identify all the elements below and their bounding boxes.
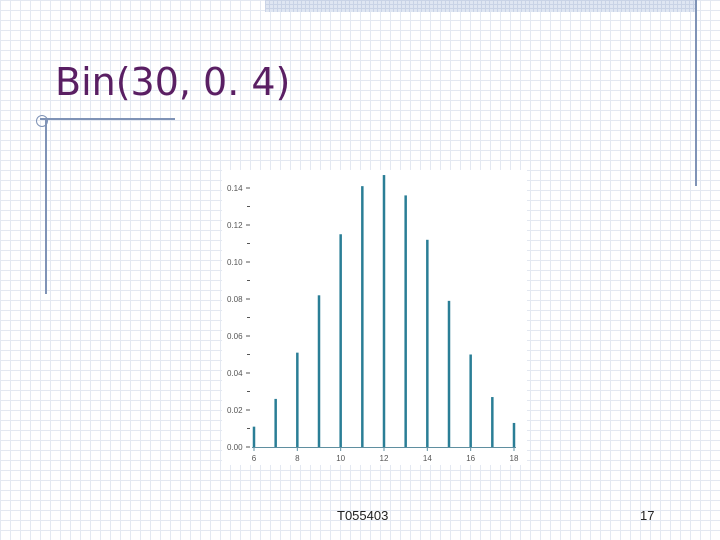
pmf-bar: [512, 422, 516, 447]
pmf-bar: [426, 239, 429, 447]
footer-page-number: 17: [640, 508, 655, 523]
pmf-bar: [382, 175, 386, 448]
left-vertical-rule: [45, 118, 47, 294]
x-tick-label: 10: [336, 454, 345, 463]
pmf-bar: [296, 352, 299, 447]
y-tick-label: 0.08: [227, 295, 243, 304]
chart-panel: 0.00 0.02 0.04 0.06 0.08 0.10 0.12 0.14 6 8 10 12 14…: [222, 170, 527, 465]
circle-bullet-icon: [36, 115, 48, 127]
x-tick-label: 14: [423, 454, 432, 463]
x-tick-label: 12: [380, 454, 389, 463]
y-tick-label: 0.06: [227, 332, 243, 341]
pmf-bar: [491, 397, 494, 447]
y-tick-label: 0.10: [227, 258, 243, 267]
y-tick-label: 0.12: [227, 221, 243, 230]
footer-slide-code: T055403: [337, 508, 389, 523]
pmf-bar: [252, 426, 256, 447]
pmf-bar: [339, 234, 342, 447]
x-tick-label: 18: [510, 454, 519, 463]
y-tick-label: 0.04: [227, 369, 243, 378]
right-vertical-rule: [695, 0, 697, 186]
y-tick-label: 0.02: [227, 406, 243, 415]
pmf-bar: [447, 300, 451, 447]
pmf-bar: [361, 186, 364, 447]
pmf-bar: [404, 195, 407, 447]
pmf-bar: [317, 295, 321, 447]
pmf-bar: [469, 354, 472, 447]
x-tick-label: 16: [466, 454, 475, 463]
title-underline-rule: [40, 118, 175, 120]
pmf-bar: [274, 398, 277, 447]
top-decorative-band: [265, 0, 695, 12]
x-tick-label: 8: [295, 454, 300, 463]
x-tick-label: 6: [252, 454, 257, 463]
slide-title: Bin(30, 0. 4): [55, 60, 291, 104]
y-tick-label: 0.00: [227, 443, 243, 452]
y-tick-label: 0.14: [227, 184, 243, 193]
binomial-pmf-chart: 0.00 0.02 0.04 0.06 0.08 0.10 0.12 0.14 6 8 10 12 14…: [227, 175, 519, 463]
